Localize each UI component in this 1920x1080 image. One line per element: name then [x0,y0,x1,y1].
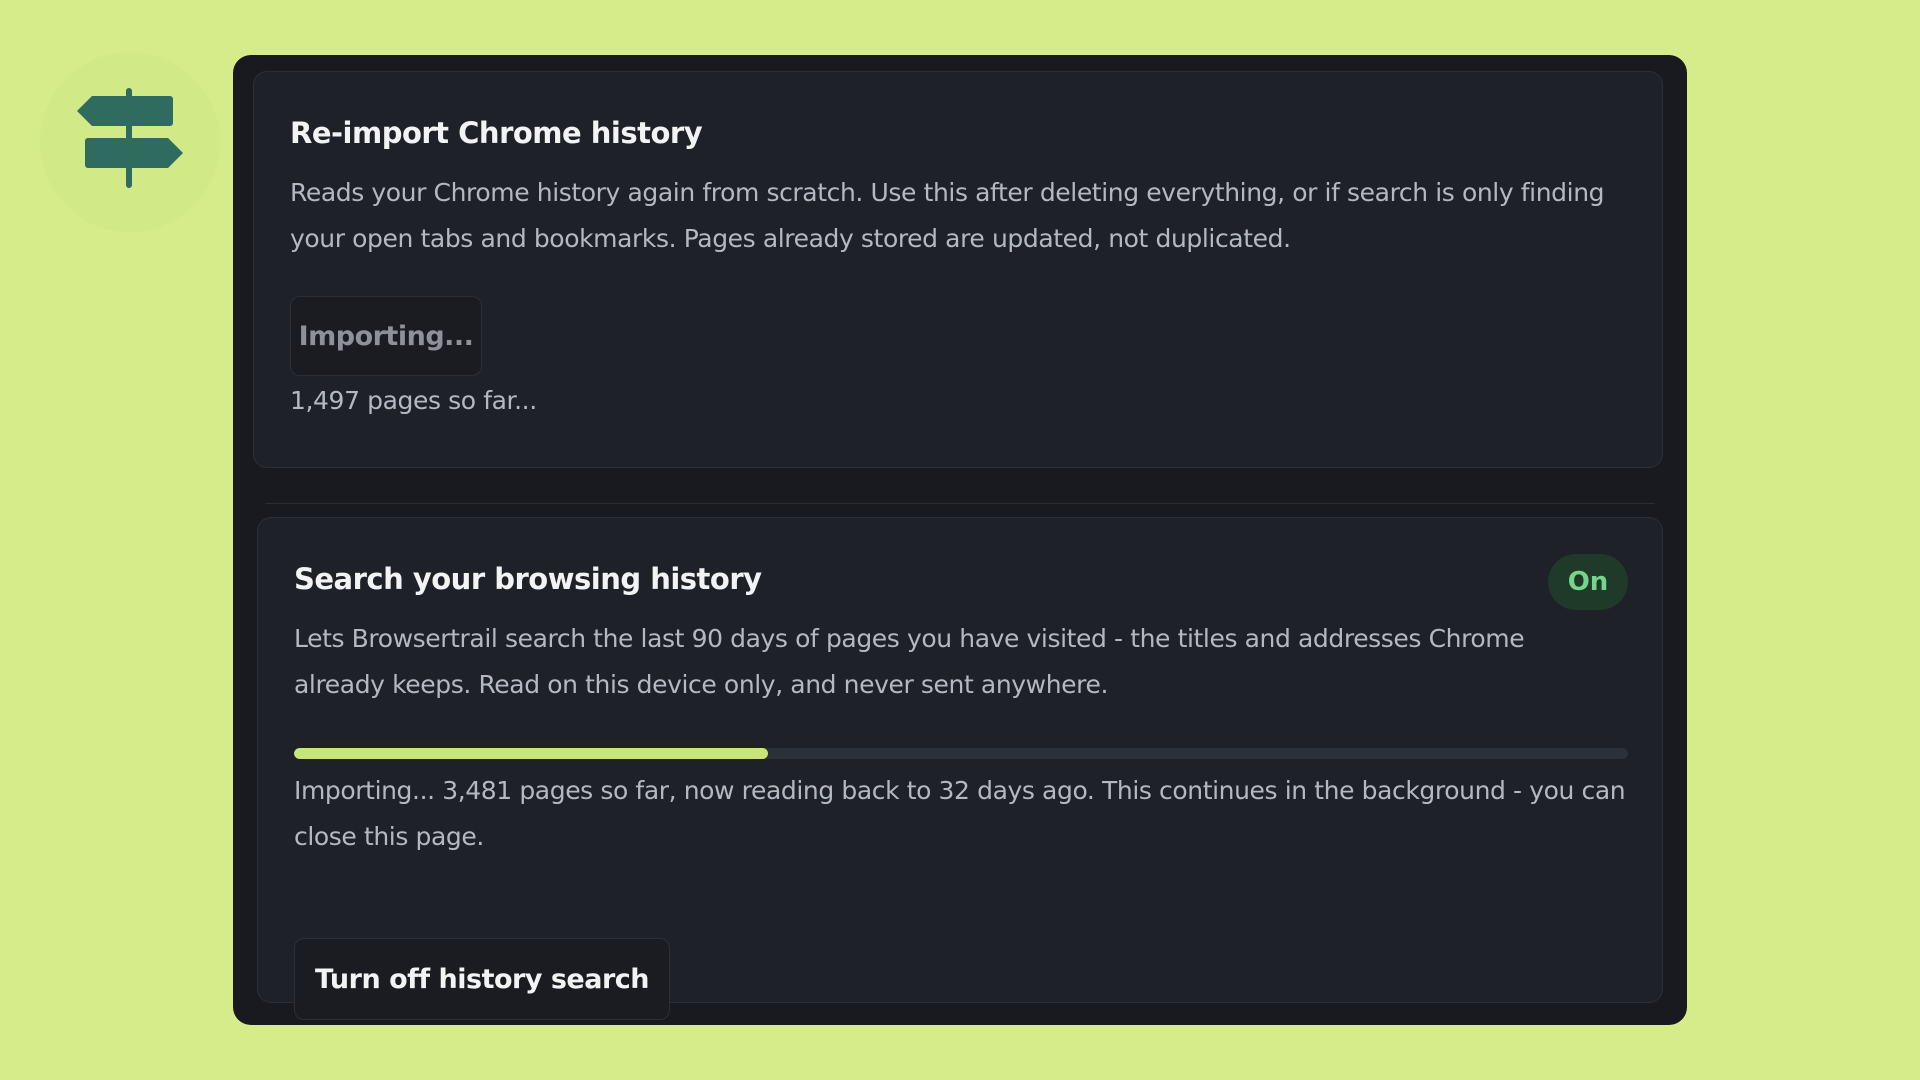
history-search-title: Search your browsing history [294,562,762,596]
turn-off-history-search-button[interactable]: Turn off history search [294,938,670,1020]
reimport-card: Re-import Chrome history Reads your Chro… [253,71,1663,468]
status-badge: On [1548,554,1628,610]
reimport-status: 1,497 pages so far... [290,386,537,415]
reimport-description: Reads your Chrome history again from scr… [290,178,1605,253]
divider [265,503,1655,504]
history-search-card: Search your browsing history On Lets Bro… [257,517,1663,1020]
history-search-status: Importing... 3,481 pages so far, now rea… [294,776,1626,851]
import-progress-fill [294,748,768,759]
import-progress-bar [294,748,1628,759]
history-search-description: Lets Browsertrail search the last 90 day… [294,624,1525,699]
importing-button[interactable]: Importing... [290,296,482,376]
reimport-title: Re-import Chrome history [290,116,703,150]
settings-panel: Re-import Chrome history Reads your Chro… [233,55,1687,1025]
signpost-icon [77,88,183,188]
logo [40,52,220,232]
